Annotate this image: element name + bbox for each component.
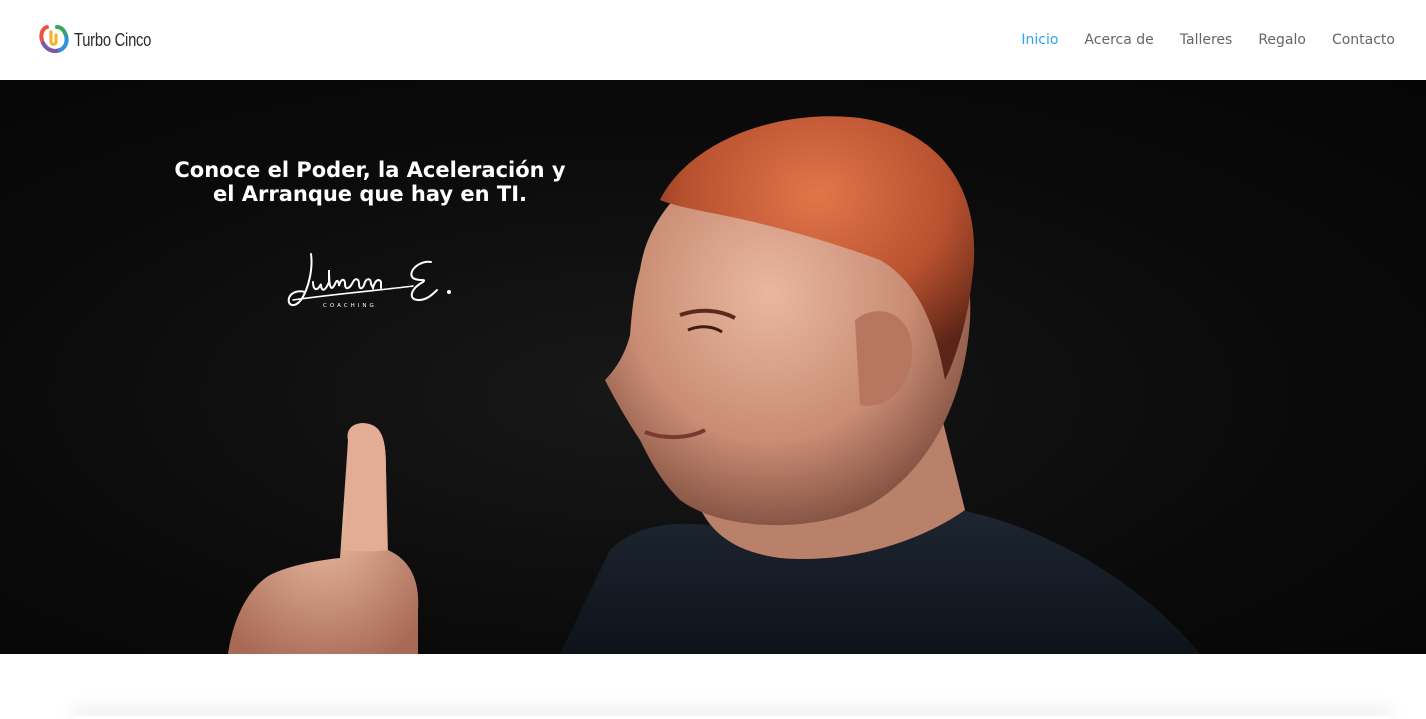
- nav-item-acerca-de[interactable]: Acerca de: [1084, 32, 1153, 48]
- site-logo[interactable]: Turbo Cinco: [38, 23, 168, 57]
- main-nav: Inicio Acerca de Talleres Regalo Contact…: [995, 32, 1395, 48]
- hero-headline: Conoce el Poder, la Aceleración y el Arr…: [150, 158, 590, 206]
- hero-banner: Conoce el Poder, la Aceleración y el Arr…: [0, 80, 1426, 654]
- site-header: Turbo Cinco Inicio Acerca de Talleres Re…: [0, 0, 1426, 80]
- turbo-cinco-logo-icon: [39, 25, 69, 54]
- nav-item-talleres[interactable]: Talleres: [1180, 32, 1233, 48]
- content-section: [0, 654, 1426, 719]
- julian-e-signature-logo: COACHING: [287, 253, 451, 309]
- nav-item-regalo[interactable]: Regalo: [1258, 32, 1306, 48]
- signature-subtext: COACHING: [323, 303, 377, 309]
- hero-headline-line-2: el Arranque que hay en TI.: [212, 182, 527, 206]
- logo-text: Turbo Cinco: [74, 29, 152, 50]
- hero-headline-line-1: Conoce el Poder, la Aceleración y: [174, 158, 566, 182]
- nav-item-inicio[interactable]: Inicio: [1021, 32, 1058, 48]
- nav-item-contacto[interactable]: Contacto: [1332, 32, 1395, 48]
